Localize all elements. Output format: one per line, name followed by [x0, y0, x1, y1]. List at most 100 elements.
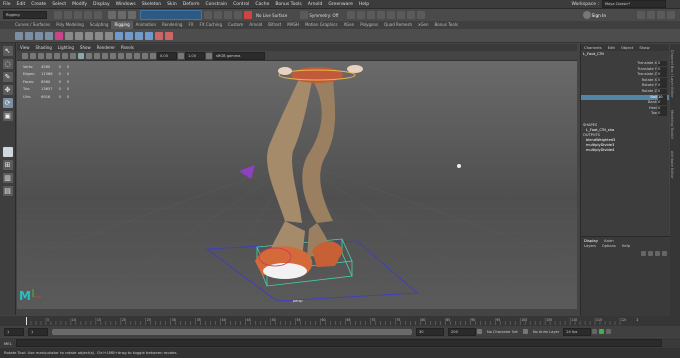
shelf-tab-rendering[interactable]: Rendering — [159, 21, 185, 29]
save-scene-icon[interactable] — [74, 11, 82, 19]
mel-label[interactable]: MEL — [4, 341, 12, 346]
lattice-icon[interactable] — [85, 31, 93, 40]
shelf-tab-xgen[interactable]: XGen — [340, 21, 357, 29]
shelf-tab-mash[interactable]: MASH — [284, 21, 302, 29]
toggle-panels-icon[interactable] — [657, 11, 665, 19]
menu-set-select[interactable]: Rigging — [3, 11, 47, 19]
viewport-menu-renderer[interactable]: Renderer — [94, 44, 118, 51]
layer-move-up-icon[interactable] — [641, 250, 646, 256]
loop-icon[interactable] — [592, 329, 598, 334]
channel-value[interactable]: 0 — [658, 61, 667, 66]
fps-select[interactable]: 24 fps — [563, 327, 592, 336]
viewport-menu-panels[interactable]: Panels — [118, 44, 137, 51]
selection-mask-bar[interactable] — [140, 10, 202, 20]
character-legs[interactable] — [267, 67, 343, 259]
new-layer-icon[interactable] — [655, 250, 660, 256]
open-scene-icon[interactable] — [64, 11, 72, 19]
bifrost-icon[interactable] — [417, 11, 426, 19]
shelf-tab-rigging[interactable]: Rigging — [111, 21, 133, 29]
playback-start-field[interactable]: 1 — [28, 327, 48, 336]
workspace-select[interactable]: Maya Classic* — [602, 0, 666, 8]
output-node-name[interactable]: multiplyDivide4 — [581, 148, 669, 153]
mirror-joint-icon[interactable] — [35, 31, 43, 40]
four-view-layout-icon[interactable]: ⊞ — [2, 160, 13, 170]
menu-arnold[interactable]: Arnold — [305, 0, 326, 9]
shelf-tab-arnold[interactable]: Arnold — [246, 21, 265, 29]
range-start-field[interactable]: 1 — [4, 327, 24, 336]
channel-value[interactable]: 0 — [658, 77, 667, 83]
playback-end-field[interactable]: 30 — [416, 327, 444, 336]
character-set-select[interactable]: No Character Set — [487, 330, 518, 334]
sign-in-button[interactable]: Sign In — [592, 13, 606, 18]
xray-icon[interactable] — [134, 52, 140, 59]
light-editor-icon[interactable] — [407, 11, 416, 19]
menu-skeleton[interactable]: Skeleton — [139, 0, 164, 9]
new-layer-selected-icon[interactable] — [662, 250, 667, 256]
bind-skin-icon[interactable] — [55, 31, 63, 40]
side-tab-modeling-toolkit[interactable]: Modeling Toolkit — [670, 104, 674, 145]
move-tool-icon[interactable]: ✥ — [2, 85, 13, 95]
antialiasing-icon[interactable] — [118, 52, 124, 59]
smooth-shade-icon[interactable] — [78, 52, 84, 59]
orient-joint-icon[interactable] — [45, 31, 53, 40]
side-tab-attribute-editor[interactable]: Attribute Editor — [670, 145, 674, 185]
viewport-menu-lighting[interactable]: Lighting — [55, 44, 77, 51]
channel-menu-channels[interactable]: Channels — [581, 45, 605, 50]
channel-toe[interactable]: Toe 0 — [581, 111, 669, 117]
gamma-field[interactable]: 1.00 — [185, 51, 205, 60]
camera-attributes-icon[interactable] — [22, 52, 28, 59]
point-constraint-icon[interactable] — [125, 31, 133, 40]
film-gate-icon[interactable] — [54, 52, 60, 59]
render-view-icon[interactable] — [397, 11, 406, 19]
lasso-tool-icon[interactable]: ◌ — [2, 59, 13, 69]
menu-bonus-tools[interactable]: Bonus Tools — [272, 0, 304, 9]
snap-grid-icon[interactable] — [204, 11, 212, 19]
menu-help[interactable]: Help — [356, 0, 372, 9]
wrap-icon[interactable] — [105, 31, 113, 40]
render-settings-icon[interactable] — [367, 11, 376, 19]
ipr-render-icon[interactable] — [357, 11, 366, 19]
select-tool-icon[interactable]: ↖ — [2, 46, 13, 56]
shelf-tab-xgen-2[interactable]: xGen — [415, 21, 431, 29]
menu-constrain[interactable]: Constrain — [202, 0, 230, 9]
cluster-icon[interactable] — [75, 31, 83, 40]
outliner-layout-icon[interactable]: ▤ — [2, 186, 13, 196]
channel-value[interactable]: 0 — [658, 83, 667, 89]
channel-menu-show[interactable]: Show — [636, 45, 652, 50]
menu-cache[interactable]: Cache — [252, 0, 272, 9]
bookmarks-icon[interactable] — [30, 52, 36, 59]
shelf-tab-curves[interactable]: Curves / Surfaces — [12, 21, 53, 29]
xray-joints-icon[interactable] — [142, 52, 148, 59]
shelf-tab-fx-caching[interactable]: FX Caching — [197, 21, 225, 29]
shelf-tab-custom[interactable]: Custom — [225, 21, 246, 29]
redo-icon[interactable] — [94, 11, 102, 19]
resolution-gate-icon[interactable] — [62, 52, 68, 59]
curve-icon[interactable] — [165, 31, 173, 40]
shelf-tab-sculpting[interactable]: Sculpting — [87, 21, 112, 29]
viewport-menu-show[interactable]: Show — [77, 44, 94, 51]
shelf-tab-polygons[interactable]: Polygons — [357, 21, 381, 29]
grid-icon[interactable] — [46, 52, 52, 59]
menu-create[interactable]: Create — [28, 0, 49, 9]
select-hierarchy-icon[interactable] — [108, 11, 116, 19]
wireframe-icon[interactable] — [70, 52, 76, 59]
select-component-icon[interactable] — [128, 11, 136, 19]
shelf-tab-poly-modeling[interactable]: Poly Modeling — [53, 21, 87, 29]
blendshape-icon[interactable] — [95, 31, 103, 40]
menu-file[interactable]: File — [0, 0, 14, 9]
locator-icon[interactable] — [155, 31, 163, 40]
ambient-occlusion-icon[interactable] — [110, 52, 116, 59]
lights-icon[interactable] — [94, 52, 100, 59]
joint-tool-icon[interactable] — [15, 31, 23, 40]
playback-prefs-icon[interactable] — [606, 329, 612, 334]
viewport-menu-shading[interactable]: Shading — [33, 44, 55, 51]
shelf-tab-animation[interactable]: Animation — [133, 21, 159, 29]
shelf-tab-quad-remesh[interactable]: Quad Remesh — [381, 21, 415, 29]
no-live-surface-label[interactable]: No Live Surface — [256, 13, 287, 18]
current-frame-field[interactable]: 1 — [636, 317, 650, 322]
new-scene-icon[interactable] — [54, 11, 62, 19]
undo-icon[interactable] — [84, 11, 92, 19]
snap-curve-icon[interactable] — [214, 11, 222, 19]
layer-menu-help[interactable]: Help — [619, 244, 633, 248]
layer-menu-options[interactable]: Options — [599, 244, 619, 248]
